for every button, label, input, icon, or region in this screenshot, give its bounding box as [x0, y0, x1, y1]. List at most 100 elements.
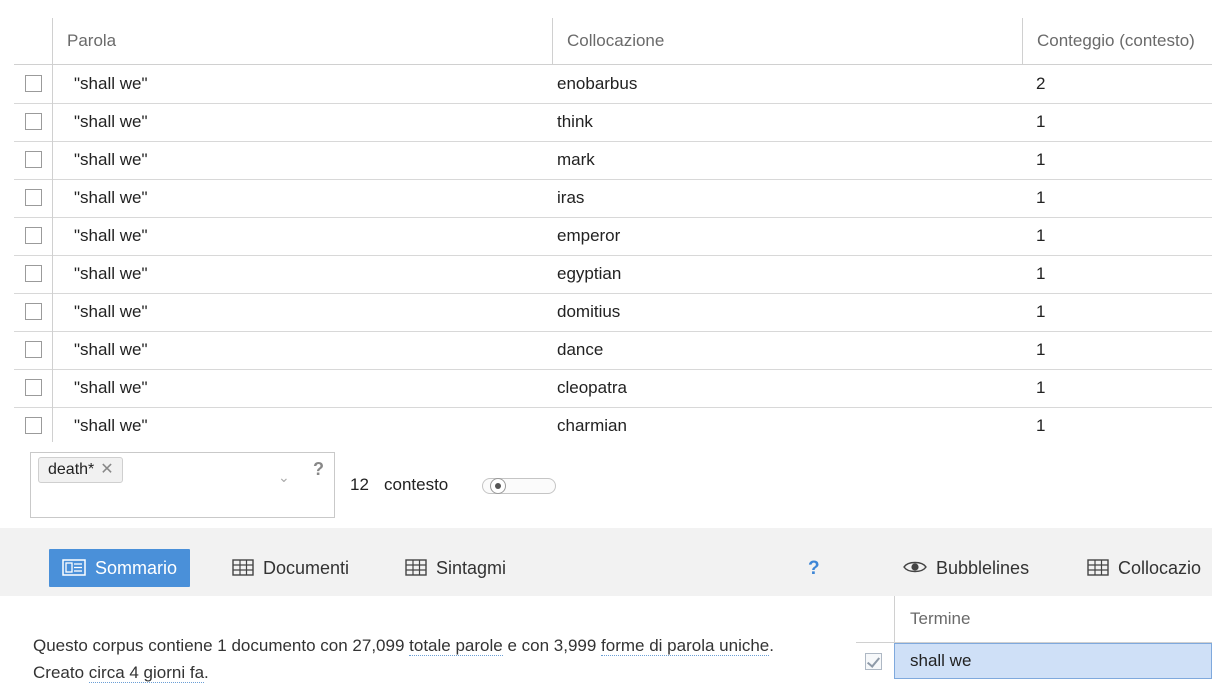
tab-phrases[interactable]: Sintagmi	[405, 549, 506, 587]
eye-icon	[903, 562, 927, 573]
cell-count: 1	[1036, 188, 1046, 207]
cell-count: 1	[1036, 112, 1046, 131]
column-divider	[52, 141, 53, 179]
term-cell[interactable]: shall we	[894, 643, 1212, 679]
tab-collocates[interactable]: Collocazio	[1087, 549, 1201, 587]
tab-bubblelines-label: Bubblelines	[936, 558, 1030, 578]
column-header-term[interactable]: Termine	[910, 596, 970, 642]
keyword-filter-input[interactable]: death* ✕ ⌄ ?	[30, 452, 335, 518]
row-checkbox[interactable]	[25, 75, 42, 92]
cell-count: 1	[1036, 340, 1046, 359]
tab-documents[interactable]: Documenti	[232, 549, 349, 587]
table-row[interactable]: "shall we" cleopatra 1	[14, 369, 1212, 408]
row-checkbox[interactable]	[25, 227, 42, 244]
row-checkbox[interactable]	[25, 113, 42, 130]
cell-count: 2	[1036, 74, 1046, 93]
row-checkbox-checked[interactable]	[865, 653, 882, 670]
table-icon	[232, 559, 254, 576]
chevron-down-icon[interactable]: ⌄	[278, 469, 290, 485]
column-divider	[52, 369, 53, 407]
term-row-selected[interactable]: shall we	[856, 643, 1212, 681]
column-divider	[52, 103, 53, 141]
collocates-grid: Parola Collocazione Conteggio (contesto)…	[14, 18, 1212, 442]
cell-collocate: iras	[557, 188, 585, 207]
column-divider	[52, 293, 53, 331]
table-row[interactable]: "shall we" iras 1	[14, 179, 1212, 218]
cell-word: "shall we"	[74, 150, 148, 169]
help-icon[interactable]: ?	[808, 558, 820, 580]
table-row[interactable]: "shall we" think 1	[14, 103, 1212, 142]
cell-collocate: egyptian	[557, 264, 622, 283]
row-checkbox[interactable]	[25, 151, 42, 168]
context-value: 12	[350, 475, 369, 494]
tab-phrases-label: Sintagmi	[436, 558, 507, 578]
cell-collocate: think	[557, 112, 593, 131]
cell-word: "shall we"	[74, 264, 148, 283]
column-divider	[52, 217, 53, 255]
row-checkbox[interactable]	[25, 417, 42, 434]
table-row[interactable]: "shall we" egyptian 1	[14, 255, 1212, 294]
grid-header: Parola Collocazione Conteggio (contesto)	[14, 18, 1212, 65]
help-icon[interactable]: ?	[313, 459, 324, 480]
cell-count: 1	[1036, 416, 1046, 435]
summary-text: e con 3,999	[502, 636, 602, 655]
cell-collocate: charmian	[557, 416, 627, 435]
column-header-collocate[interactable]: Collocazione	[552, 18, 1022, 64]
row-checkbox[interactable]	[25, 189, 42, 206]
remove-tag-icon[interactable]: ✕	[100, 461, 113, 478]
terms-header: Termine	[856, 596, 1212, 643]
tab-bubblelines[interactable]: Bubblelines	[903, 549, 1029, 587]
cell-collocate: dance	[557, 340, 604, 359]
table-row[interactable]: "shall we" dance 1	[14, 331, 1212, 370]
row-checkbox[interactable]	[25, 265, 42, 282]
column-divider	[52, 65, 53, 103]
tab-summary-label: Sommario	[95, 558, 178, 578]
table-icon	[1087, 559, 1109, 576]
row-checkbox[interactable]	[25, 379, 42, 396]
column-divider	[52, 331, 53, 369]
context-slider[interactable]	[482, 478, 556, 494]
table-row[interactable]: "shall we" mark 1	[14, 141, 1212, 180]
column-divider	[52, 407, 53, 442]
column-header-count[interactable]: Conteggio (contesto)	[1022, 18, 1212, 64]
filter-tag: death* ✕	[38, 457, 123, 483]
cell-collocate: enobarbus	[557, 74, 638, 93]
cell-count: 1	[1036, 378, 1046, 397]
cell-count: 1	[1036, 264, 1046, 283]
column-divider	[894, 596, 895, 642]
row-checkbox[interactable]	[25, 341, 42, 358]
context-label: contesto	[384, 475, 449, 494]
row-checkbox[interactable]	[25, 303, 42, 320]
cell-word: "shall we"	[74, 188, 148, 207]
terms-panel: Termine shall we	[856, 596, 1212, 689]
cell-collocate: domitius	[557, 302, 621, 321]
column-divider	[52, 255, 53, 293]
unique-forms-link[interactable]: forme di parola uniche	[601, 636, 770, 656]
table-row[interactable]: "shall we" charmian 1	[14, 407, 1212, 442]
table-row[interactable]: "shall we" emperor 1	[14, 217, 1212, 256]
cell-collocate: emperor	[557, 226, 621, 245]
tab-documents-label: Documenti	[263, 558, 350, 578]
term-label: shall we	[910, 651, 972, 670]
filter-tag-label: death*	[48, 461, 95, 478]
cell-count: 1	[1036, 150, 1046, 169]
context-slider-knob[interactable]	[490, 478, 506, 494]
cell-word: "shall we"	[74, 378, 148, 397]
table-row[interactable]: "shall we" domitius 1	[14, 293, 1212, 332]
column-header-word[interactable]: Parola	[52, 18, 552, 64]
table-row[interactable]: "shall we" enobarbus 2	[14, 65, 1212, 104]
cell-word: "shall we"	[74, 74, 148, 93]
tools-toolbar: Sommario Documenti Sintagmi ? Bubbleline…	[0, 528, 1212, 596]
created-date-link[interactable]: circa 4 giorni fa	[88, 663, 205, 683]
table-icon	[405, 559, 427, 576]
column-divider	[52, 179, 53, 217]
cell-collocate: mark	[557, 150, 595, 169]
tab-summary[interactable]: Sommario	[49, 549, 191, 587]
cell-count: 1	[1036, 226, 1046, 245]
summary-text: Questo corpus contiene 1 documento con 2…	[33, 636, 410, 655]
corpus-summary: Questo corpus contiene 1 documento con 2…	[33, 632, 823, 686]
summary-icon	[62, 559, 86, 576]
total-words-link[interactable]: totale parole	[409, 636, 503, 656]
cell-count: 1	[1036, 302, 1046, 321]
cell-word: "shall we"	[74, 416, 148, 435]
